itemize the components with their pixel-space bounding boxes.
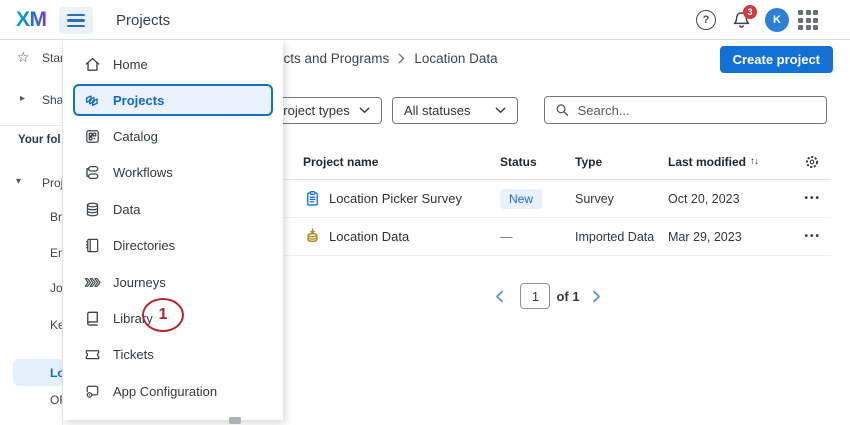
- tickets-icon: [83, 345, 102, 364]
- sidebar-folder[interactable]: OF: [50, 393, 63, 407]
- scrollbar-thumb[interactable]: [229, 417, 241, 424]
- sidebar-item-starred[interactable]: Star: [42, 51, 63, 65]
- project-name: Location Data: [329, 229, 409, 244]
- hamburger-bar: [67, 25, 85, 27]
- search-input[interactable]: [578, 103, 816, 118]
- pagination: 1 of 1: [265, 283, 831, 309]
- journeys-icon: [83, 273, 102, 292]
- project-name: Location Picker Survey: [329, 191, 462, 206]
- breadcrumb: Projects and Programs Location Data: [252, 51, 498, 66]
- sidebar-folder[interactable]: Ke: [50, 318, 63, 332]
- table-row[interactable]: Location Data — Imported Data Mar 29, 20…: [265, 218, 831, 256]
- sidebar-folder[interactable]: En: [50, 246, 63, 260]
- column-last-modified-sort[interactable]: Last modified ↑↓: [668, 155, 760, 169]
- help-icon[interactable]: ?: [696, 10, 716, 30]
- notification-badge: 3: [743, 5, 757, 19]
- menu-item-journeys[interactable]: Journeys: [63, 264, 283, 300]
- table-settings-gear-icon[interactable]: [803, 153, 821, 171]
- table-row[interactable]: Location Picker Survey New Survey Oct 20…: [265, 180, 831, 218]
- menu-item-projects[interactable]: Projects: [73, 84, 273, 116]
- survey-icon: [303, 189, 322, 208]
- imported-data-icon: [303, 227, 322, 246]
- menu-item-directories[interactable]: Directories: [63, 228, 283, 264]
- data-icon: [83, 200, 102, 219]
- menu-item-data[interactable]: Data: [63, 191, 283, 227]
- menu-item-label: Catalog: [113, 129, 158, 144]
- page-count-label: of 1: [556, 289, 579, 304]
- sidebar-item-projects-folder[interactable]: Proj: [42, 176, 63, 190]
- projects-icon: [83, 91, 102, 110]
- sort-icon: ↑↓: [750, 156, 758, 167]
- annotation-number: 1: [159, 306, 168, 324]
- star-icon: ☆: [17, 49, 30, 66]
- menu-item-label: Data: [113, 202, 140, 217]
- help-glyph: ?: [703, 14, 710, 26]
- status-empty: —: [500, 230, 575, 244]
- column-last-modified-label: Last modified: [668, 155, 746, 169]
- column-project-name: Project name: [303, 155, 500, 169]
- page-number-input[interactable]: 1: [520, 283, 550, 309]
- previous-page-icon[interactable]: [495, 290, 504, 303]
- row-menu-icon[interactable]: •••: [804, 231, 821, 242]
- library-icon: [83, 309, 102, 328]
- search-icon: [555, 102, 570, 118]
- project-type: Survey: [575, 192, 668, 206]
- menu-item-label: Directories: [113, 238, 175, 253]
- statuses-value: All statuses: [404, 103, 470, 118]
- menu-item-label: Home: [113, 57, 148, 72]
- menu-item-label: Projects: [113, 93, 164, 108]
- search-box: [544, 96, 827, 124]
- menu-item-tickets[interactable]: Tickets: [63, 337, 283, 373]
- menu-item-label: App Configuration: [113, 384, 217, 399]
- xm-logo: XM: [16, 8, 47, 32]
- column-status: Status: [500, 155, 575, 169]
- folders-sidebar: ☆ Star ▸ Sha Your fol ▾ Proj Br En Jo Ke…: [0, 40, 63, 425]
- row-menu-icon[interactable]: •••: [804, 193, 821, 204]
- menu-item-home[interactable]: Home: [63, 46, 283, 82]
- breadcrumb-current: Location Data: [414, 51, 497, 66]
- caret-right-icon: ▸: [20, 93, 25, 104]
- menu-item-catalog[interactable]: Catalog: [63, 118, 283, 154]
- breadcrumb-chevron-icon: [398, 53, 405, 64]
- avatar[interactable]: K: [765, 8, 789, 32]
- page-title: Projects: [116, 12, 170, 29]
- sidebar-folder[interactable]: Br: [50, 210, 62, 224]
- sidebar-section-label: Your fol: [18, 134, 61, 146]
- menu-item-app-configuration[interactable]: App Configuration: [63, 373, 283, 409]
- global-nav-menu: Home Projects Catalog Workflows: [63, 40, 283, 420]
- apps-grid-icon[interactable]: [798, 10, 818, 30]
- last-modified: Mar 29, 2023: [668, 230, 760, 244]
- sidebar-item-shared[interactable]: Sha: [42, 93, 63, 107]
- annotation-circle-1: 1: [142, 298, 184, 332]
- chevron-down-icon: [495, 107, 506, 114]
- menu-item-label: Tickets: [113, 347, 154, 362]
- menu-item-label: Journeys: [113, 275, 166, 290]
- home-icon: [83, 55, 102, 74]
- menu-item-label: Workflows: [113, 165, 173, 180]
- create-project-button[interactable]: Create project: [720, 46, 833, 73]
- project-type: Imported Data: [575, 230, 668, 244]
- next-page-icon[interactable]: [592, 290, 601, 303]
- star-glyph: ☆: [17, 49, 30, 65]
- catalog-icon: [83, 127, 102, 146]
- workflows-icon: [83, 163, 102, 182]
- chevron-down-icon: [359, 107, 370, 114]
- hamburger-bar: [67, 14, 85, 16]
- hamburger-menu-button[interactable]: [59, 7, 93, 34]
- sidebar-folder[interactable]: Jo: [50, 281, 63, 295]
- sidebar-folder-selected[interactable]: Lo: [50, 366, 63, 380]
- notifications-bell-icon[interactable]: 3: [731, 9, 757, 33]
- caret-down-icon[interactable]: ▾: [16, 176, 21, 187]
- menu-item-workflows[interactable]: Workflows: [63, 155, 283, 191]
- directories-icon: [83, 236, 102, 255]
- statuses-dropdown[interactable]: All statuses: [392, 97, 518, 124]
- last-modified: Oct 20, 2023: [668, 192, 760, 206]
- column-type: Type: [575, 155, 668, 169]
- table-header: Project name Status Type Last modified ↑…: [265, 144, 831, 180]
- top-header: XM Projects ? 3 K: [0, 0, 850, 40]
- status-badge: New: [500, 189, 542, 209]
- app-configuration-icon: [83, 382, 102, 401]
- hamburger-bar: [67, 19, 85, 21]
- sidebar-divider: [0, 125, 63, 126]
